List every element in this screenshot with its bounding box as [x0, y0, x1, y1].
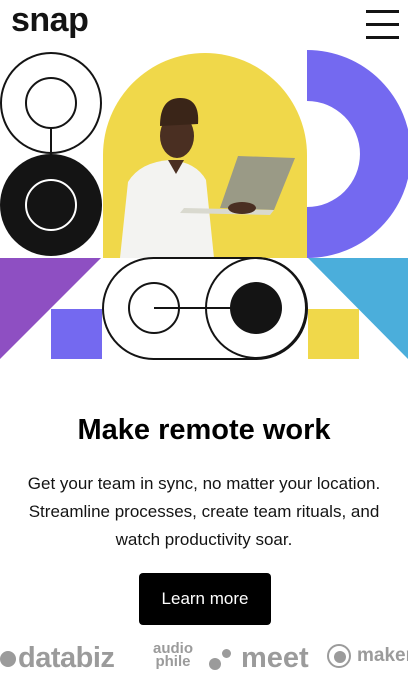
- black-circle-shape: [0, 154, 102, 256]
- hero-photo: [103, 53, 307, 258]
- learn-more-button[interactable]: Learn more: [139, 573, 271, 625]
- maker-label: maker: [357, 645, 408, 666]
- logo-maker: maker: [327, 644, 408, 668]
- hamburger-icon: [366, 10, 399, 13]
- capsule-shape: [102, 257, 308, 360]
- hamburger-icon-bar: [366, 36, 399, 39]
- logo-audiophile: audio phile: [146, 641, 200, 669]
- outline-circle-shape: [0, 52, 102, 155]
- logo[interactable]: snap: [11, 0, 89, 40]
- hamburger-icon-bar: [366, 23, 399, 26]
- hamburger-menu-button[interactable]: [366, 10, 399, 40]
- maker-swirl-icon: [327, 644, 351, 668]
- purple-ring-shape: [307, 50, 408, 258]
- logo-meet: meet: [209, 642, 309, 675]
- databiz-dot-icon: [0, 650, 16, 667]
- meet-label: meet: [241, 642, 309, 674]
- databiz-label: databiz: [18, 642, 115, 674]
- yellow-square-shape: [308, 309, 359, 359]
- logo-databiz: databiz: [0, 642, 115, 675]
- meet-dots-icon: [209, 646, 239, 672]
- page-title: Make remote work: [77, 414, 331, 446]
- hero-description: Get your team in sync, no matter your lo…: [27, 474, 381, 549]
- purple-square-shape: [51, 309, 102, 359]
- hero-illustration: [0, 50, 408, 362]
- client-logos: databiz audio phile meet maker: [0, 640, 408, 684]
- site-header: snap: [0, 0, 408, 48]
